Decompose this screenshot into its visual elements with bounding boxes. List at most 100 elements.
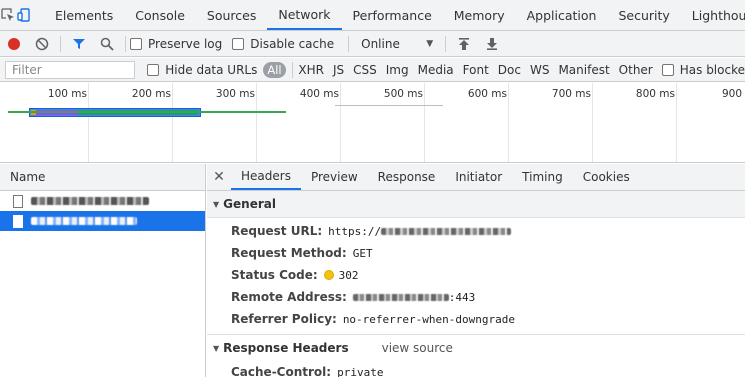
tab-security[interactable]: Security bbox=[607, 0, 680, 30]
status-code-value: 302 bbox=[338, 268, 359, 282]
referrer-policy-value: no-referrer-when-downgrade bbox=[342, 312, 515, 326]
checkbox-box bbox=[130, 37, 142, 50]
preserve-log-checkbox[interactable]: Preserve log bbox=[130, 37, 222, 51]
filter-type-css[interactable]: CSS bbox=[353, 63, 377, 77]
tab-initiator[interactable]: Initiator bbox=[445, 164, 512, 190]
tab-response[interactable]: Response bbox=[368, 164, 446, 190]
remote-address-row: Remote Address: :443 bbox=[207, 286, 745, 308]
timeline-gridline bbox=[340, 83, 341, 162]
clear-icon bbox=[35, 37, 49, 50]
request-method-row: Request Method: GET bbox=[207, 242, 745, 264]
timeline-gridline bbox=[88, 83, 89, 162]
remote-address-key: Remote Address: bbox=[231, 290, 347, 304]
download-icon bbox=[487, 37, 498, 50]
filter-type-xhr[interactable]: XHR bbox=[298, 63, 324, 77]
status-code-key: Status Code: bbox=[231, 268, 318, 282]
tab-memory[interactable]: Memory bbox=[443, 0, 516, 30]
filter-type-all[interactable]: All bbox=[263, 61, 286, 78]
toolbar-divider bbox=[348, 35, 350, 52]
timeline-tick-label: 400 ms bbox=[299, 88, 339, 100]
filter-type-manifest[interactable]: Manifest bbox=[558, 63, 609, 77]
referrer-policy-row: Referrer Policy: no-referrer-when-downgr… bbox=[207, 308, 745, 330]
tab-console[interactable]: Console bbox=[124, 0, 196, 30]
dropdown-arrow-icon: ▼ bbox=[426, 38, 434, 49]
timeline-tick-label: 600 ms bbox=[467, 88, 507, 100]
headers-panel: ▼ General Request URL: https:// Request … bbox=[207, 191, 745, 377]
disable-cache-checkbox[interactable]: Disable cache bbox=[232, 37, 334, 51]
search-button[interactable] bbox=[93, 31, 121, 57]
tab-network[interactable]: Network bbox=[267, 0, 342, 30]
filter-type-font[interactable]: Font bbox=[463, 63, 489, 77]
clear-button[interactable] bbox=[28, 31, 56, 57]
status-code-row: Status Code: 302 bbox=[207, 264, 745, 286]
tab-headers[interactable]: Headers bbox=[231, 164, 301, 190]
tab-cookies[interactable]: Cookies bbox=[573, 164, 640, 190]
tab-lighthouse[interactable]: Lighthouse bbox=[681, 0, 745, 30]
upload-icon bbox=[459, 37, 470, 50]
general-section-title: General bbox=[223, 197, 276, 211]
hide-data-urls-checkbox[interactable]: Hide data URLs bbox=[147, 63, 257, 77]
filter-icon bbox=[73, 38, 85, 49]
cache-control-value: private bbox=[337, 365, 384, 377]
request-url-key: Request URL: bbox=[231, 224, 323, 238]
record-button[interactable] bbox=[0, 31, 28, 57]
filter-toggle-button[interactable] bbox=[65, 31, 93, 57]
record-icon bbox=[8, 37, 20, 50]
filter-bar: Filter Hide data URLs All XHR JS CSS Img… bbox=[0, 58, 745, 82]
timeline-scale-rule bbox=[335, 105, 443, 106]
throttling-select[interactable]: Online ▼ bbox=[361, 37, 433, 51]
request-method-value: GET bbox=[352, 246, 373, 260]
checkbox-box bbox=[661, 63, 674, 76]
inspect-element-icon[interactable] bbox=[0, 0, 16, 30]
tab-performance[interactable]: Performance bbox=[342, 0, 443, 30]
remote-address-value: :443 bbox=[448, 290, 476, 304]
request-url-value: https:// bbox=[328, 224, 382, 238]
timeline-gridline bbox=[676, 83, 677, 162]
timeline-tick-label: 900 bbox=[721, 88, 742, 100]
checkbox-box bbox=[147, 63, 160, 76]
filter-type-media[interactable]: Media bbox=[418, 63, 454, 77]
checkbox-box bbox=[232, 37, 245, 50]
toolbar-divider bbox=[60, 35, 61, 52]
request-row[interactable] bbox=[0, 191, 205, 211]
throttling-value: Online bbox=[361, 36, 400, 51]
export-har-button[interactable] bbox=[478, 31, 506, 57]
redacted-ip bbox=[352, 293, 449, 301]
filter-type-other[interactable]: Other bbox=[619, 63, 653, 77]
response-headers-section-header[interactable]: ▼ Response Headers view source bbox=[207, 334, 745, 361]
document-icon bbox=[13, 214, 23, 228]
filter-type-doc[interactable]: Doc bbox=[498, 63, 521, 77]
hide-data-urls-label: Hide data URLs bbox=[165, 62, 258, 77]
filter-type-ws[interactable]: WS bbox=[530, 63, 549, 77]
status-indicator-icon bbox=[323, 270, 334, 280]
has-blocked-cookies-checkbox[interactable]: Has blocke bbox=[661, 63, 745, 77]
request-row-selected[interactable] bbox=[0, 211, 205, 231]
toolbar-divider bbox=[125, 35, 126, 52]
network-overview-timeline[interactable]: 100 ms 200 ms 300 ms 400 ms 500 ms 600 m… bbox=[0, 83, 745, 163]
document-icon bbox=[13, 194, 23, 208]
timeline-tick-label: 500 ms bbox=[383, 88, 423, 100]
device-toolbar-icon[interactable] bbox=[16, 0, 32, 30]
filter-divider bbox=[291, 61, 293, 78]
timeline-tick-label: 100 ms bbox=[47, 88, 87, 100]
tab-elements[interactable]: Elements bbox=[44, 0, 124, 30]
name-column-header[interactable]: Name bbox=[0, 164, 206, 191]
tab-sources[interactable]: Sources bbox=[196, 0, 267, 30]
tab-application[interactable]: Application bbox=[516, 0, 608, 30]
timeline-gridline bbox=[256, 83, 257, 162]
filter-input[interactable]: Filter bbox=[5, 60, 136, 79]
name-column-label: Name bbox=[10, 170, 46, 184]
filter-type-img[interactable]: Img bbox=[386, 63, 409, 77]
request-list bbox=[0, 191, 206, 377]
close-details-icon[interactable]: ✕ bbox=[207, 164, 231, 190]
devtools-tabbar: Elements Console Sources Network Perform… bbox=[0, 0, 745, 31]
filter-type-js[interactable]: JS bbox=[333, 63, 344, 77]
general-section-header[interactable]: ▼ General bbox=[207, 191, 745, 218]
tab-preview[interactable]: Preview bbox=[301, 164, 368, 190]
import-har-button[interactable] bbox=[450, 31, 478, 57]
request-waterfall-bar-secondary bbox=[8, 111, 286, 113]
request-detail-tabs: ✕ Headers Preview Response Initiator Tim… bbox=[207, 164, 745, 191]
redacted-request-name bbox=[31, 197, 149, 205]
tab-timing[interactable]: Timing bbox=[512, 164, 573, 190]
view-source-link[interactable]: view source bbox=[382, 341, 453, 355]
